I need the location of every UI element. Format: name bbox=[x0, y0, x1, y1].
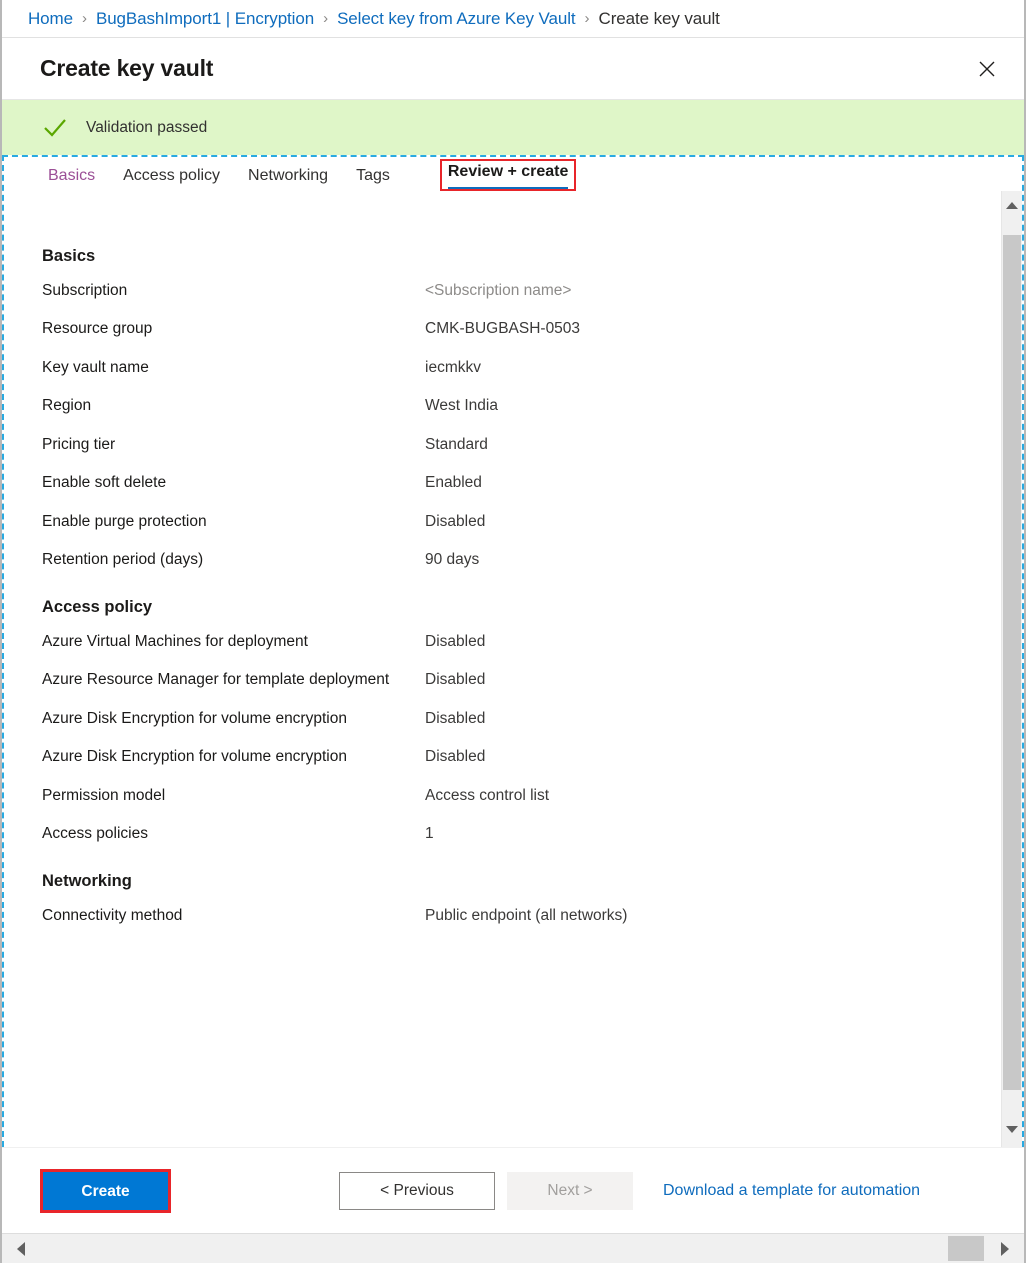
breadcrumb-item-create-key-vault: Create key vault bbox=[599, 9, 720, 29]
row-azure-virtual-machines: Azure Virtual Machines for deployment Di… bbox=[42, 631, 1001, 653]
page-title: Create key vault bbox=[40, 55, 213, 82]
tab-basics[interactable]: Basics bbox=[48, 167, 95, 191]
row-value: Disabled bbox=[425, 669, 1001, 691]
horizontal-scrollbar-thumb[interactable] bbox=[948, 1236, 984, 1261]
breadcrumb-item-encryption[interactable]: BugBashImport1 | Encryption bbox=[96, 9, 314, 29]
section-networking: Networking Connectivity method Public en… bbox=[42, 872, 1001, 927]
wizard-region: Basics Access policy Networking Tags Rev… bbox=[2, 155, 1024, 1147]
row-label: Permission model bbox=[42, 785, 425, 807]
row-value: CMK-BUGBASH-0503 bbox=[425, 318, 1001, 340]
row-retention-period: Retention period (days) 90 days bbox=[42, 549, 1001, 571]
row-subscription: Subscription <Subscription name> bbox=[42, 280, 1001, 302]
row-label: Azure Disk Encryption for volume encrypt… bbox=[42, 746, 425, 768]
row-label: Azure Virtual Machines for deployment bbox=[42, 631, 425, 653]
row-azure-disk-encryption-1: Azure Disk Encryption for volume encrypt… bbox=[42, 708, 1001, 730]
blade-header: Create key vault bbox=[2, 38, 1024, 100]
checkmark-icon bbox=[42, 115, 68, 141]
scroll-left-arrow-icon[interactable] bbox=[10, 1234, 32, 1263]
row-access-policies: Access policies 1 bbox=[42, 823, 1001, 845]
row-label: Azure Resource Manager for template depl… bbox=[42, 669, 425, 691]
scroll-up-arrow-icon[interactable] bbox=[1002, 195, 1022, 215]
validation-message: Validation passed bbox=[86, 119, 207, 137]
section-basics: Basics Subscription <Subscription name> … bbox=[42, 247, 1001, 572]
row-value: <Subscription name> bbox=[425, 280, 1001, 302]
scroll-right-arrow-icon[interactable] bbox=[994, 1234, 1016, 1263]
previous-button[interactable]: < Previous bbox=[339, 1172, 495, 1210]
row-label: Enable soft delete bbox=[42, 472, 425, 494]
row-label: Pricing tier bbox=[42, 434, 425, 456]
row-label: Key vault name bbox=[42, 357, 425, 379]
vertical-scrollbar[interactable] bbox=[1001, 191, 1022, 1147]
tab-access-policy[interactable]: Access policy bbox=[123, 167, 220, 191]
breadcrumb: Home › BugBashImport1 | Encryption › Sel… bbox=[2, 0, 1024, 38]
create-button[interactable]: Create bbox=[43, 1172, 168, 1210]
create-button-highlight-box: Create bbox=[40, 1169, 171, 1213]
tab-networking[interactable]: Networking bbox=[248, 167, 328, 191]
row-permission-model: Permission model Access control list bbox=[42, 785, 1001, 807]
breadcrumb-separator-icon: › bbox=[82, 10, 87, 27]
row-value: Disabled bbox=[425, 511, 1001, 533]
row-label: Azure Disk Encryption for volume encrypt… bbox=[42, 708, 425, 730]
section-access-policy: Access policy Azure Virtual Machines for… bbox=[42, 598, 1001, 846]
wizard-footer: Create < Previous Next > Download a temp… bbox=[2, 1147, 1024, 1233]
create-key-vault-blade: Home › BugBashImport1 | Encryption › Sel… bbox=[0, 0, 1026, 1263]
row-value: West India bbox=[425, 395, 1001, 417]
row-resource-group: Resource group CMK-BUGBASH-0503 bbox=[42, 318, 1001, 340]
close-icon[interactable] bbox=[970, 52, 1004, 86]
breadcrumb-separator-icon: › bbox=[585, 10, 590, 27]
row-enable-soft-delete: Enable soft delete Enabled bbox=[42, 472, 1001, 494]
row-azure-disk-encryption-2: Azure Disk Encryption for volume encrypt… bbox=[42, 746, 1001, 768]
row-value: Access control list bbox=[425, 785, 1001, 807]
row-label: Access policies bbox=[42, 823, 425, 845]
section-title-basics: Basics bbox=[42, 247, 1001, 266]
row-label: Region bbox=[42, 395, 425, 417]
row-label: Retention period (days) bbox=[42, 549, 425, 571]
row-label: Enable purge protection bbox=[42, 511, 425, 533]
download-template-link[interactable]: Download a template for automation bbox=[663, 1182, 920, 1200]
row-value: iecmkkv bbox=[425, 357, 1001, 379]
row-label: Resource group bbox=[42, 318, 425, 340]
row-pricing-tier: Pricing tier Standard bbox=[42, 434, 1001, 456]
row-region: Region West India bbox=[42, 395, 1001, 417]
vertical-scrollbar-thumb[interactable] bbox=[1003, 235, 1021, 1090]
row-label: Subscription bbox=[42, 280, 425, 302]
row-value: 90 days bbox=[425, 549, 1001, 571]
row-azure-resource-manager: Azure Resource Manager for template depl… bbox=[42, 669, 1001, 691]
row-value: Disabled bbox=[425, 708, 1001, 730]
validation-banner: Validation passed bbox=[2, 100, 1024, 155]
breadcrumb-item-select-key[interactable]: Select key from Azure Key Vault bbox=[337, 9, 575, 29]
row-value: Disabled bbox=[425, 631, 1001, 653]
row-key-vault-name: Key vault name iecmkkv bbox=[42, 357, 1001, 379]
row-label: Connectivity method bbox=[42, 905, 425, 927]
section-title-access-policy: Access policy bbox=[42, 598, 1001, 617]
breadcrumb-separator-icon: › bbox=[323, 10, 328, 27]
row-value: Public endpoint (all networks) bbox=[425, 905, 1001, 927]
section-title-networking: Networking bbox=[42, 872, 1001, 891]
row-connectivity-method: Connectivity method Public endpoint (all… bbox=[42, 905, 1001, 927]
next-button: Next > bbox=[507, 1172, 633, 1210]
summary-content: Basics Subscription <Subscription name> … bbox=[4, 191, 1001, 1147]
scroll-down-arrow-icon[interactable] bbox=[1002, 1119, 1022, 1139]
review-create-highlight-box: Review + create bbox=[440, 159, 577, 191]
tab-tags[interactable]: Tags bbox=[356, 167, 390, 191]
row-value: Standard bbox=[425, 434, 1001, 456]
horizontal-scrollbar[interactable] bbox=[2, 1233, 1024, 1263]
row-value: 1 bbox=[425, 823, 1001, 845]
breadcrumb-item-home[interactable]: Home bbox=[28, 9, 73, 29]
row-value: Disabled bbox=[425, 746, 1001, 768]
summary-scroll-area: Basics Subscription <Subscription name> … bbox=[4, 191, 1022, 1147]
wizard-tabs: Basics Access policy Networking Tags Rev… bbox=[4, 157, 1022, 191]
row-enable-purge-protection: Enable purge protection Disabled bbox=[42, 511, 1001, 533]
tab-review-create[interactable]: Review + create bbox=[448, 163, 569, 189]
row-value: Enabled bbox=[425, 472, 1001, 494]
